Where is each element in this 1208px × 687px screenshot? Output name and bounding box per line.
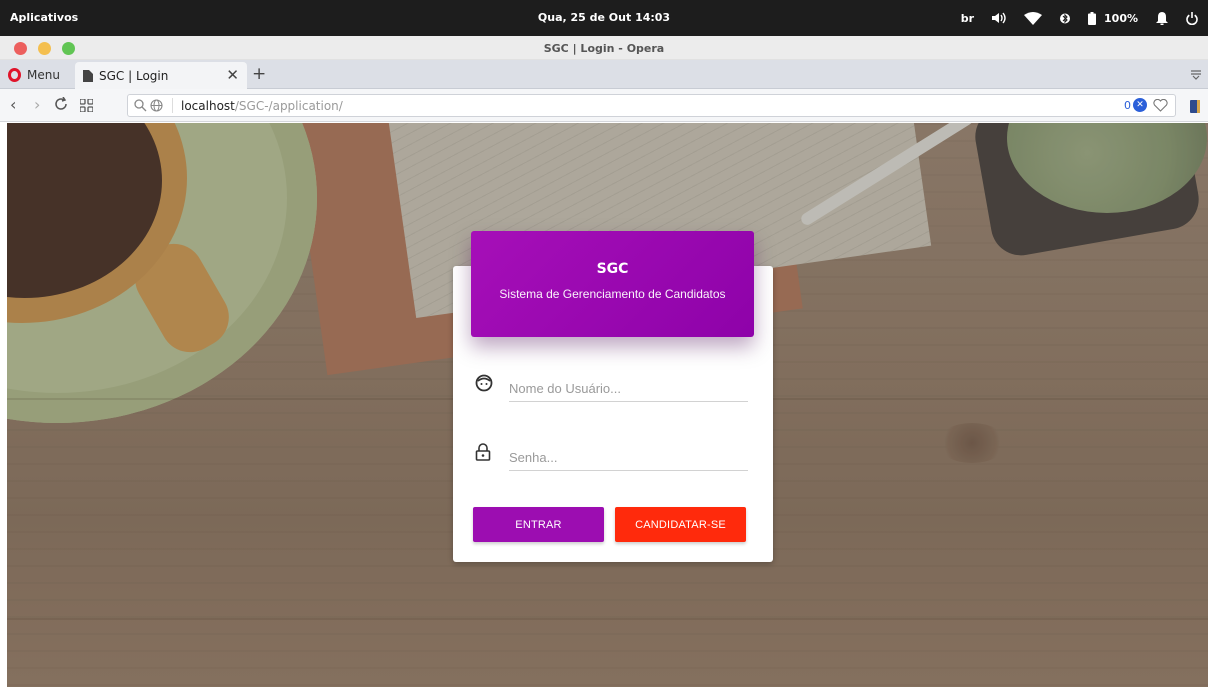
url-host: localhost <box>181 98 235 113</box>
face-icon <box>475 374 493 396</box>
opera-menu-label: Menu <box>27 68 60 82</box>
tab-sgc-login[interactable]: SGC | Login ✕ <box>75 62 247 89</box>
navigation-bar: ‹ › localhost/SGC-/application/ 0 ✕ <box>0 89 1208 122</box>
url-actions: 0 ✕ <box>1124 98 1168 112</box>
username-underline <box>509 401 748 402</box>
bluetooth-icon[interactable] <box>1060 12 1071 25</box>
username-input[interactable] <box>509 378 739 398</box>
bookmarks-sidebar-icon[interactable] <box>1190 98 1200 117</box>
close-tab-icon[interactable]: ✕ <box>226 66 239 84</box>
system-top-bar: Aplicativos Qua, 25 de Out 14:03 br 100% <box>0 0 1208 36</box>
reload-icon[interactable] <box>54 96 68 115</box>
password-underline <box>509 470 748 471</box>
tab-strip: Menu SGC | Login ✕ + <box>0 60 1208 89</box>
window-title-bar: SGC | Login - Opera <box>0 36 1208 60</box>
brand-subtitle: Sistema de Gerenciamento de Candidatos <box>499 287 726 301</box>
address-field[interactable]: localhost/SGC-/application/ 0 ✕ <box>127 94 1176 117</box>
battery-percentage: 100% <box>1104 11 1138 25</box>
tab-title: SGC | Login <box>99 68 169 83</box>
enter-button[interactable]: ENTRAR <box>473 507 604 542</box>
url-path: /SGC-/application/ <box>234 98 343 113</box>
new-tab-icon[interactable]: + <box>252 64 266 84</box>
forward-icon[interactable]: › <box>34 95 40 114</box>
heart-bookmark-icon[interactable] <box>1153 98 1168 112</box>
brand-title: SGC <box>596 261 629 277</box>
notification-bell-icon[interactable] <box>1156 11 1168 25</box>
lock-icon <box>475 443 491 465</box>
keyboard-layout-indicator[interactable]: br <box>961 12 974 25</box>
globe-icon <box>150 99 163 112</box>
login-card-header: SGC Sistema de Gerenciamento de Candidat… <box>471 231 754 337</box>
search-icon <box>134 99 147 112</box>
back-icon[interactable]: ‹ <box>10 95 16 114</box>
url-security-icons[interactable] <box>128 98 173 113</box>
page-icon <box>83 69 93 82</box>
page-viewport: SGC Sistema de Gerenciamento de Candidat… <box>7 123 1208 687</box>
power-icon[interactable] <box>1186 11 1198 25</box>
tab-menu-icon[interactable] <box>1190 66 1202 85</box>
window-title: SGC | Login - Opera <box>543 42 665 55</box>
apply-button[interactable]: CANDIDATAR-SE <box>615 507 746 542</box>
volume-icon[interactable] <box>992 12 1006 24</box>
opera-menu-button[interactable]: Menu <box>8 64 60 86</box>
opera-logo-icon <box>8 68 21 82</box>
adblock-count: 0 <box>1124 98 1131 112</box>
username-field <box>473 372 748 402</box>
password-field <box>473 441 748 471</box>
adblock-icon[interactable]: ✕ <box>1133 98 1147 112</box>
battery-indicator[interactable]: 100% <box>1088 11 1138 25</box>
speed-dial-icon[interactable] <box>79 97 94 116</box>
wifi-icon[interactable] <box>1024 11 1043 25</box>
battery-icon <box>1088 11 1097 25</box>
system-tray: br 100% <box>961 6 1208 30</box>
password-input[interactable] <box>509 447 739 467</box>
